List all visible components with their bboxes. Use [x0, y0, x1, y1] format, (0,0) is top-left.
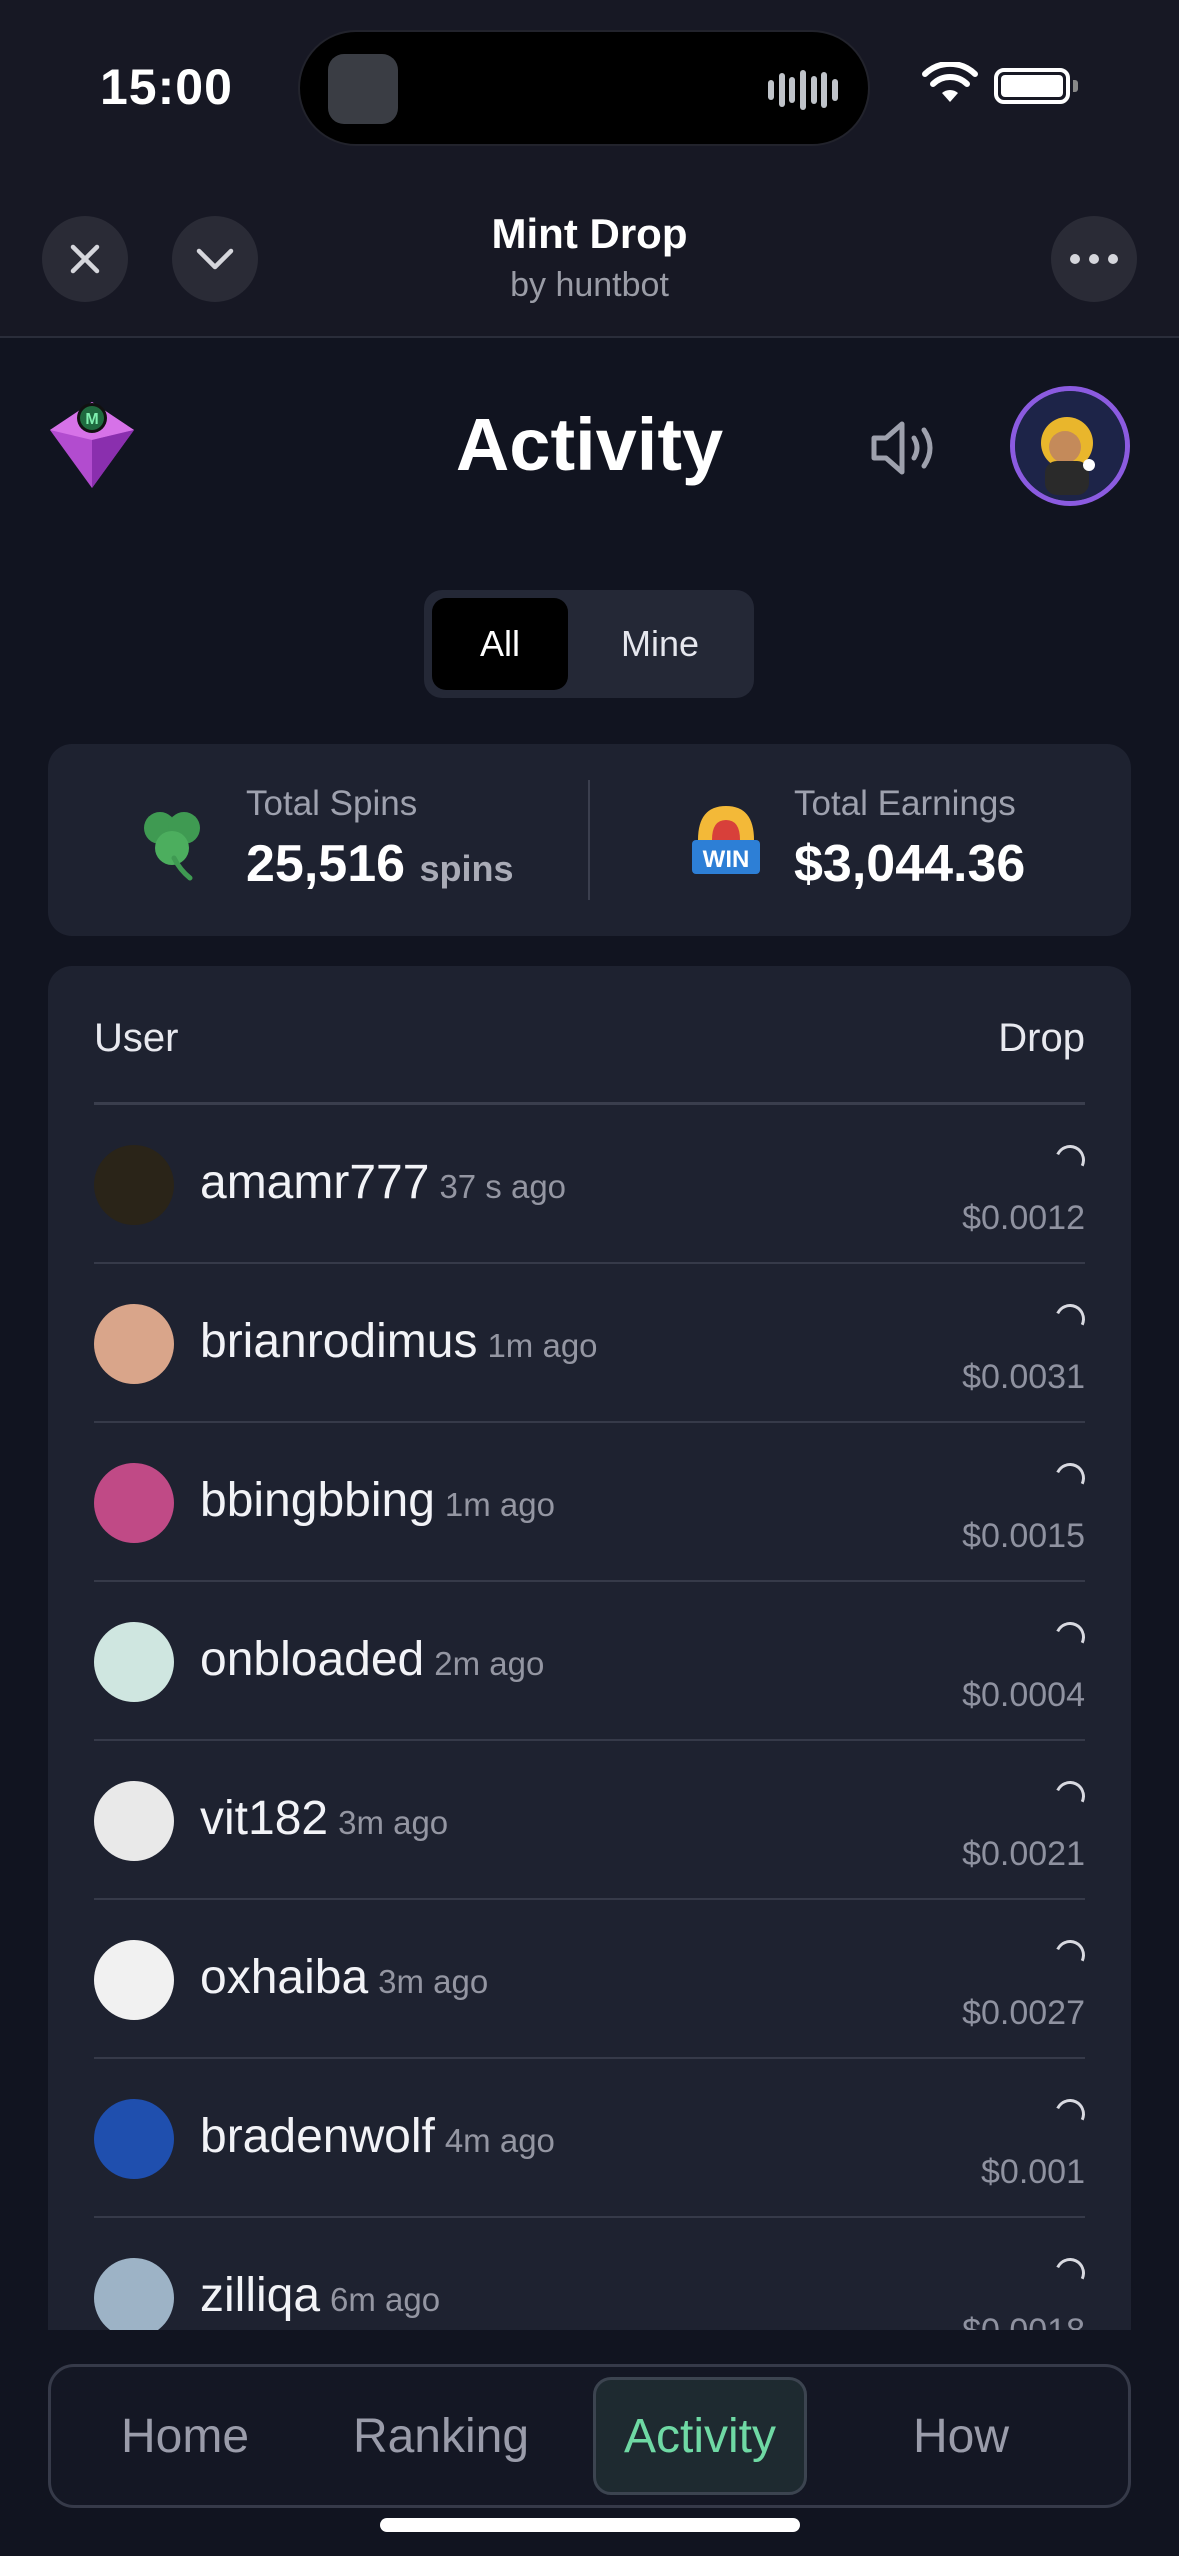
activity-row[interactable]: onbloaded 2m ago $0.0004	[94, 1582, 1090, 1741]
total-earnings-value: $3,044.36	[794, 835, 1026, 893]
battery-icon	[994, 68, 1078, 104]
more-button[interactable]	[1051, 216, 1137, 302]
time-ago: 3m ago	[338, 1804, 449, 1841]
username: amamr777	[200, 1156, 430, 1209]
audio-wave-icon	[768, 70, 838, 110]
tab-ranking[interactable]: Ranking	[321, 2377, 561, 2495]
now-playing-thumbnail	[328, 54, 398, 124]
loading-spinner-icon	[1050, 1140, 1090, 1180]
profile-avatar[interactable]	[1010, 386, 1130, 506]
tab-home[interactable]: Home	[65, 2377, 305, 2495]
column-drop: Drop	[998, 1016, 1085, 1060]
status-bar: 15:00	[0, 0, 1179, 170]
activity-row[interactable]: vit182 3m ago $0.0021	[94, 1741, 1090, 1900]
column-user: User	[94, 1016, 179, 1060]
user-avatar	[94, 1145, 174, 1225]
user-avatar	[94, 1463, 174, 1543]
user-avatar	[94, 2258, 174, 2330]
activity-row[interactable]: oxhaiba 3m ago $0.0027	[94, 1900, 1090, 2059]
win-icon: WIN	[692, 806, 760, 874]
drop-amount: $0.0004	[962, 1676, 1085, 1714]
app-title: Mint Drop	[491, 210, 688, 257]
stats-divider	[588, 780, 590, 900]
time-ago: 1m ago	[444, 1486, 555, 1523]
activity-row[interactable]: brianrodimus 1m ago $0.0031	[94, 1264, 1090, 1423]
time-ago: 1m ago	[487, 1327, 598, 1364]
time-ago: 4m ago	[444, 2122, 555, 2159]
user-avatar	[94, 1304, 174, 1384]
speaker-icon[interactable]	[868, 416, 944, 480]
total-earnings-label: Total Earnings	[794, 784, 1016, 823]
username: vit182	[200, 1792, 329, 1845]
time-ago: 6m ago	[330, 2281, 441, 2318]
username: brianrodimus	[200, 1315, 478, 1368]
app-subtitle: by huntbot	[510, 266, 669, 304]
row-user: vit182 3m ago	[200, 1791, 448, 1846]
list-header: User Drop	[94, 1016, 1085, 1061]
user-avatar	[94, 2099, 174, 2179]
activity-row[interactable]: bbingbbing 1m ago $0.0015	[94, 1423, 1090, 1582]
drop-amount: $0.0012	[962, 1199, 1085, 1237]
time-ago: 3m ago	[378, 1963, 489, 2000]
activity-row[interactable]: bradenwolf 4m ago $0.001	[94, 2059, 1090, 2218]
row-user: onbloaded 2m ago	[200, 1632, 544, 1687]
drop-amount: $0.0015	[962, 1517, 1085, 1555]
mini-app-header: Mint Drop by huntbot	[0, 170, 1179, 338]
username: onbloaded	[200, 1633, 425, 1686]
row-user: amamr777 37 s ago	[200, 1155, 566, 1210]
filter-all-tab[interactable]: All	[432, 598, 568, 690]
username: bbingbbing	[200, 1474, 435, 1527]
username: bradenwolf	[200, 2110, 435, 2163]
total-spins-unit: spins	[419, 848, 514, 889]
more-icon	[1070, 254, 1118, 264]
row-user: bbingbbing 1m ago	[200, 1473, 555, 1528]
stats-card: Total Spins 25,516 spins WIN Total Earni…	[48, 744, 1131, 936]
row-user: bradenwolf 4m ago	[200, 2109, 555, 2164]
loading-spinner-icon	[1050, 1617, 1090, 1657]
status-time: 15:00	[100, 59, 233, 115]
svg-text:WIN: WIN	[703, 846, 750, 873]
user-avatar	[94, 1781, 174, 1861]
loading-spinner-icon	[1050, 2253, 1090, 2293]
tab-how[interactable]: How	[841, 2377, 1081, 2495]
filter-mine-tab[interactable]: Mine	[574, 598, 746, 690]
loading-spinner-icon	[1050, 1299, 1090, 1339]
activity-row[interactable]: zilliqa6m ago $0.0018	[94, 2218, 1090, 2330]
drop-amount: $0.001	[981, 2153, 1085, 2191]
activity-row[interactable]: amamr777 37 s ago $0.0012	[94, 1105, 1090, 1264]
loading-spinner-icon	[1050, 1776, 1090, 1816]
loading-spinner-icon	[1050, 1935, 1090, 1975]
clover-icon	[144, 812, 200, 881]
drop-amount: $0.0018	[962, 2312, 1085, 2330]
home-indicator	[380, 2518, 800, 2532]
user-avatar	[94, 1622, 174, 1702]
page-title: Activity	[455, 403, 724, 486]
bottom-tab-bar: Home Ranking Activity How	[48, 2364, 1131, 2508]
filter-segmented-control: All Mine	[424, 590, 754, 698]
tab-activity[interactable]: Activity	[593, 2377, 807, 2495]
total-spins-value: 25,516 spins	[246, 834, 514, 894]
total-spins-label: Total Spins	[246, 784, 418, 823]
time-ago: 2m ago	[434, 1645, 545, 1682]
username: oxhaiba	[200, 1951, 369, 2004]
user-avatar	[94, 1940, 174, 2020]
dynamic-island	[298, 30, 870, 146]
drop-amount: $0.0021	[962, 1835, 1085, 1873]
activity-list-card: User Drop amamr777 37 s ago $0.0012 brianro…	[48, 966, 1131, 2330]
row-user: oxhaiba 3m ago	[200, 1950, 488, 2005]
drop-amount: $0.0031	[962, 1358, 1085, 1396]
loading-spinner-icon	[1050, 2094, 1090, 2134]
row-user: zilliqa 6m ago	[200, 2268, 440, 2323]
total-spins-number: 25,516	[246, 835, 406, 893]
loading-spinner-icon	[1050, 1458, 1090, 1498]
activity-rows: amamr777 37 s ago $0.0012 brianrodimus 1m ag…	[94, 1105, 1090, 2330]
row-user: brianrodimus 1m ago	[200, 1314, 598, 1369]
wifi-icon	[922, 62, 978, 102]
username: zilliqa	[200, 2269, 321, 2322]
drop-amount: $0.0027	[962, 1994, 1085, 2032]
time-ago: 37 s ago	[439, 1168, 567, 1205]
avatar-image	[1015, 391, 1125, 501]
